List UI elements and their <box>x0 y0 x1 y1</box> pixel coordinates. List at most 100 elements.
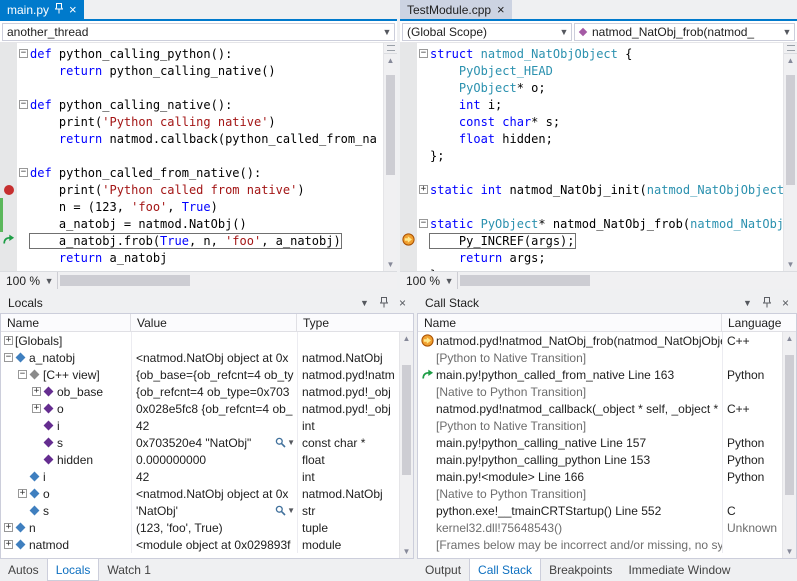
locals-header[interactable]: Locals ▼ × <box>0 292 414 313</box>
scroll-track[interactable] <box>400 345 413 545</box>
tree-expander[interactable]: + <box>18 489 27 498</box>
breakpoint-margin-cell[interactable] <box>400 181 417 198</box>
scroll-track[interactable] <box>783 345 796 545</box>
breakpoint-margin-cell[interactable] <box>0 249 17 266</box>
scroll-up-icon[interactable]: ▲ <box>784 54 797 67</box>
breakpoint-margin-cell[interactable] <box>0 79 17 96</box>
breakpoint-margin-cell[interactable] <box>400 147 417 164</box>
callstack-row[interactable]: kernel32.dll!75648543()Unknown <box>418 519 782 536</box>
breakpoint-margin-cell[interactable] <box>400 79 417 96</box>
navigation-dropdown[interactable]: another_thread ▼ <box>2 23 395 41</box>
pin-icon[interactable] <box>55 3 63 17</box>
locals-row[interactable]: hidden0.000000000float <box>1 451 399 468</box>
breakpoint-margin-cell[interactable] <box>400 62 417 79</box>
pin-icon[interactable] <box>375 297 392 308</box>
locals-row[interactable]: i42int <box>1 468 399 485</box>
tab-main-py[interactable]: main.py × <box>0 0 84 19</box>
locals-row[interactable]: s0x703520e4 "NatObj"▼const char * <box>1 434 399 451</box>
split-grip[interactable] <box>384 43 397 54</box>
code-editor-cpp[interactable]: −struct natmod_NatObjObject { PyObject_H… <box>400 45 783 271</box>
tree-expander[interactable]: + <box>4 336 13 345</box>
breakpoint-margin-cell[interactable] <box>400 45 417 62</box>
code-editor-python[interactable]: −def python_calling_python(): return pyt… <box>0 45 383 271</box>
breakpoint-margin-cell[interactable] <box>400 198 417 215</box>
breakpoint-margin-cell[interactable] <box>0 164 17 181</box>
outline-toggle[interactable]: − <box>417 49 430 58</box>
breakpoint-margin-cell[interactable] <box>0 215 17 232</box>
callstack-row[interactable]: [Python to Native Transition] <box>418 417 782 434</box>
locals-row[interactable]: +ob_base{ob_refcnt=4 ob_type=0x703natmod… <box>1 383 399 400</box>
locals-row[interactable]: +natmod<module object at 0x029893fmodule <box>1 536 399 553</box>
breakpoint-margin-cell[interactable] <box>400 96 417 113</box>
member-dropdown[interactable]: natmod_NatObj_frob(natmod_ ▼ <box>574 23 795 41</box>
breakpoint-margin-cell[interactable] <box>0 113 17 130</box>
locals-row[interactable]: +o<natmod.NatObj object at 0xnatmod.NatO… <box>1 485 399 502</box>
callstack-row[interactable]: main.py!<module> Line 166Python <box>418 468 782 485</box>
breakpoint-margin-cell[interactable] <box>0 130 17 147</box>
outline-toggle[interactable]: − <box>417 219 430 228</box>
breakpoint-margin-cell[interactable] <box>400 249 417 266</box>
horizontal-scrollbar[interactable] <box>458 272 797 289</box>
scroll-track[interactable] <box>384 67 397 258</box>
locals-row[interactable]: −a_natobj<natmod.NatObj object at 0xnatm… <box>1 349 399 366</box>
horizontal-scrollbar[interactable] <box>58 272 397 289</box>
zoom-control[interactable]: 100 % ▼ <box>400 272 458 289</box>
scroll-down-icon[interactable]: ▼ <box>384 258 397 271</box>
callstack-row[interactable]: [Frames below may be incorrect and/or mi… <box>418 536 782 553</box>
locals-row[interactable]: +n(123, 'foo', True)tuple <box>1 519 399 536</box>
callstack-group-tab-breakpoints[interactable]: Breakpoints <box>541 559 620 581</box>
tree-expander[interactable]: − <box>18 370 27 379</box>
locals-group-tab-autos[interactable]: Autos <box>0 559 47 581</box>
breakpoint-margin-cell[interactable] <box>400 215 417 232</box>
scroll-thumb[interactable] <box>786 75 795 185</box>
outline-toggle[interactable]: − <box>17 49 30 58</box>
breakpoint-margin-cell[interactable] <box>0 45 17 62</box>
scope-dropdown[interactable]: (Global Scope) ▼ <box>402 23 572 41</box>
scroll-up-icon[interactable]: ▲ <box>384 54 397 67</box>
tree-expander[interactable]: + <box>32 404 41 413</box>
locals-row[interactable]: −[C++ view]{ob_base={ob_refcnt=4 ob_tyna… <box>1 366 399 383</box>
breakpoint-margin-cell[interactable] <box>0 62 17 79</box>
callstack-row[interactable]: [Native to Python Transition] <box>418 485 782 502</box>
breakpoint-margin-cell[interactable] <box>400 232 417 249</box>
callstack-row[interactable]: [Python to Native Transition] <box>418 349 782 366</box>
zoom-control[interactable]: 100 % ▼ <box>0 272 58 289</box>
breakpoint-margin-cell[interactable] <box>400 130 417 147</box>
close-icon[interactable]: × <box>777 297 794 309</box>
callstack-row[interactable]: [Native to Python Transition] <box>418 383 782 400</box>
column-header-type[interactable]: Type <box>297 314 413 331</box>
scroll-thumb[interactable] <box>460 275 590 286</box>
locals-group-tab-locals[interactable]: Locals <box>47 559 100 581</box>
scroll-down-icon[interactable]: ▼ <box>400 545 413 558</box>
column-header-value[interactable]: Value <box>131 314 297 331</box>
scroll-up-icon[interactable]: ▲ <box>783 332 796 345</box>
callstack-row[interactable]: main.py!python_called_from_native Line 1… <box>418 366 782 383</box>
vertical-scrollbar[interactable]: ▲ ▼ <box>782 332 796 558</box>
scroll-down-icon[interactable]: ▼ <box>783 545 796 558</box>
breakpoint-margin-cell[interactable] <box>0 198 17 215</box>
locals-row[interactable]: i42int <box>1 417 399 434</box>
tree-expander[interactable]: + <box>4 540 13 549</box>
scroll-up-icon[interactable]: ▲ <box>400 332 413 345</box>
locals-row[interactable]: s'NatObj'▼str <box>1 502 399 519</box>
callstack-group-tab-immediate-window[interactable]: Immediate Window <box>620 559 738 581</box>
split-grip[interactable] <box>784 43 797 54</box>
close-icon[interactable]: × <box>69 3 77 16</box>
locals-row[interactable]: +[Globals] <box>1 332 399 349</box>
locals-group-tab-watch-1[interactable]: Watch 1 <box>99 559 159 581</box>
window-menu-icon[interactable]: ▼ <box>739 298 756 308</box>
tree-expander[interactable]: + <box>32 387 41 396</box>
breakpoint-margin-cell[interactable] <box>0 181 17 198</box>
vertical-scrollbar[interactable]: ▲ ▼ <box>783 43 797 271</box>
column-header-name[interactable]: Name <box>418 314 722 331</box>
pin-icon[interactable] <box>758 297 775 308</box>
close-icon[interactable]: × <box>394 297 411 309</box>
scroll-thumb[interactable] <box>386 75 395 175</box>
tree-expander[interactable]: − <box>4 353 13 362</box>
column-header-language[interactable]: Language <box>722 314 796 331</box>
callstack-row[interactable]: python.exe!__tmainCRTStartup() Line 552C <box>418 502 782 519</box>
breakpoint-margin-cell[interactable] <box>0 147 17 164</box>
breakpoint-margin-cell[interactable] <box>400 164 417 181</box>
scroll-down-icon[interactable]: ▼ <box>784 258 797 271</box>
callstack-group-tab-output[interactable]: Output <box>417 559 469 581</box>
